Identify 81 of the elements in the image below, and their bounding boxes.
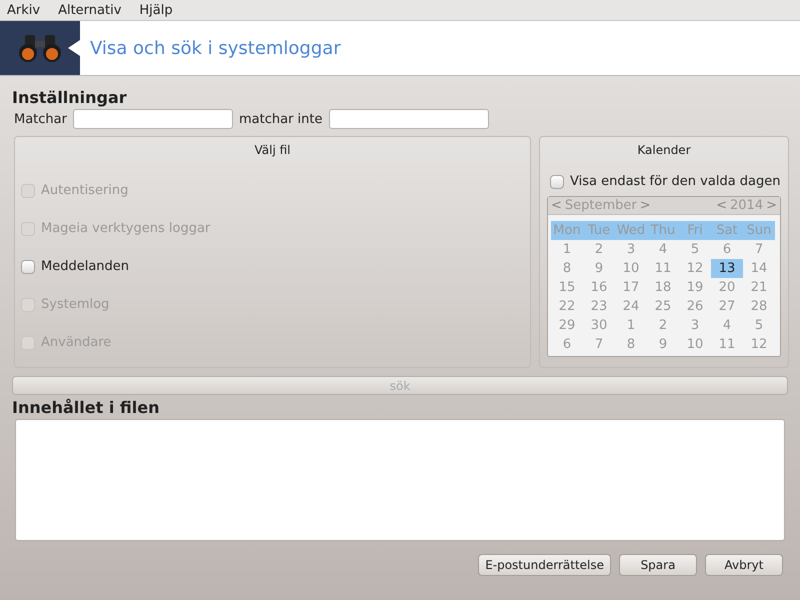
calendar-day[interactable]: 29 bbox=[551, 316, 583, 335]
calendar-day[interactable]: 9 bbox=[583, 259, 615, 278]
calendar-day[interactable]: 17 bbox=[615, 278, 647, 297]
next-month-button[interactable]: > bbox=[640, 198, 651, 213]
calendar-day[interactable]: 24 bbox=[615, 297, 647, 316]
calendar-day[interactable]: 7 bbox=[743, 240, 775, 259]
calendar-day[interactable]: 4 bbox=[647, 240, 679, 259]
checkbox-label: Autentisering bbox=[41, 183, 128, 198]
weekday-header: Fri bbox=[679, 221, 711, 240]
weekday-header: Sat bbox=[711, 221, 743, 240]
calendar-day[interactable]: 11 bbox=[711, 335, 743, 354]
binoculars-icon bbox=[17, 33, 63, 63]
calendar-day[interactable]: 12 bbox=[743, 335, 775, 354]
input-field[interactable] bbox=[328, 109, 488, 129]
calendar-day[interactable]: 23 bbox=[583, 297, 615, 316]
dialog-button[interactable]: Spara bbox=[619, 554, 697, 576]
calendar-day[interactable]: 28 bbox=[743, 297, 775, 316]
calendar-day[interactable]: 12 bbox=[679, 259, 711, 278]
checkbox[interactable] bbox=[550, 174, 564, 188]
calendar-day[interactable]: 21 bbox=[743, 278, 775, 297]
header-notch bbox=[68, 40, 80, 56]
field-label: matchar inte bbox=[238, 112, 322, 126]
calendar-day[interactable]: 19 bbox=[679, 278, 711, 297]
calendar-day[interactable]: 8 bbox=[551, 259, 583, 278]
menu-item[interactable]: Arkiv bbox=[7, 2, 40, 18]
calendar-day[interactable]: 10 bbox=[615, 259, 647, 278]
checkbox[interactable] bbox=[21, 260, 35, 274]
calendar-day[interactable]: 11 bbox=[647, 259, 679, 278]
weekday-header: Wed bbox=[615, 221, 647, 240]
calendar-day[interactable]: 4 bbox=[711, 316, 743, 335]
calendar-day[interactable]: 27 bbox=[711, 297, 743, 316]
panel-title: Kalender bbox=[637, 143, 691, 157]
checkbox-label: Mageia verktygens loggar bbox=[41, 221, 210, 236]
calendar-day[interactable]: 3 bbox=[615, 240, 647, 259]
calendar-day[interactable]: 16 bbox=[583, 278, 615, 297]
calendar-day[interactable]: 13 bbox=[711, 259, 743, 278]
checkbox-label: Systemlog bbox=[41, 297, 110, 312]
menu-item[interactable]: Alternativ bbox=[58, 2, 122, 18]
calendar-day[interactable]: 22 bbox=[551, 297, 583, 316]
calendar-day[interactable]: 6 bbox=[551, 335, 583, 354]
calendar-day[interactable]: 15 bbox=[551, 278, 583, 297]
calendar-day[interactable]: 1 bbox=[551, 240, 583, 259]
file-content-area[interactable] bbox=[15, 419, 785, 541]
dialog-button[interactable]: E-postunderrättelse bbox=[478, 554, 611, 576]
section-heading: Innehållet i filen bbox=[12, 398, 160, 417]
calendar-day[interactable]: 30 bbox=[583, 316, 615, 335]
calendar-day[interactable]: 10 bbox=[679, 335, 711, 354]
calendar-day[interactable]: 1 bbox=[615, 316, 647, 335]
section-heading: Inställningar bbox=[12, 88, 128, 107]
year-label: 2014 bbox=[730, 198, 764, 213]
calendar-day[interactable]: 20 bbox=[711, 278, 743, 297]
calendar-day[interactable]: 5 bbox=[679, 240, 711, 259]
field-label: Matchar bbox=[14, 112, 67, 126]
calendar-day[interactable]: 2 bbox=[647, 316, 679, 335]
calendar-day[interactable]: 9 bbox=[647, 335, 679, 354]
menu-item[interactable]: Hjälp bbox=[139, 2, 173, 18]
panel-title: Välj fil bbox=[253, 143, 292, 157]
calendar-day[interactable]: 3 bbox=[679, 316, 711, 335]
calendar-day[interactable]: 2 bbox=[583, 240, 615, 259]
next-year-button[interactable]: > bbox=[766, 198, 777, 213]
previous-year-button[interactable]: < bbox=[716, 198, 727, 213]
calendar-day[interactable]: 5 bbox=[743, 316, 775, 335]
weekday-header: Tue bbox=[583, 221, 615, 240]
previous-month-button[interactable]: < bbox=[551, 198, 562, 213]
calendar-day[interactable]: 8 bbox=[615, 335, 647, 354]
weekday-header: Sun bbox=[743, 221, 775, 240]
calendar-day[interactable]: 6 bbox=[711, 240, 743, 259]
header-title: Visa och sök i systemloggar bbox=[90, 38, 341, 58]
calendar-day[interactable]: 14 bbox=[743, 259, 775, 278]
weekday-header: Mon bbox=[551, 221, 583, 240]
checkbox-label: Användare bbox=[41, 335, 112, 350]
weekday-header: Thu bbox=[647, 221, 679, 240]
month-label: September bbox=[564, 198, 637, 213]
calendar-day[interactable]: 18 bbox=[647, 278, 679, 297]
checkbox-label: Visa endast för den valda dagen bbox=[570, 174, 781, 189]
dialog-button[interactable]: Avbryt bbox=[705, 554, 783, 576]
calendar-day[interactable]: 26 bbox=[679, 297, 711, 316]
calendar-day[interactable]: 25 bbox=[647, 297, 679, 316]
checkbox-label: Meddelanden bbox=[41, 259, 130, 274]
input-field[interactable] bbox=[72, 109, 233, 129]
calendar-day[interactable]: 7 bbox=[583, 335, 615, 354]
